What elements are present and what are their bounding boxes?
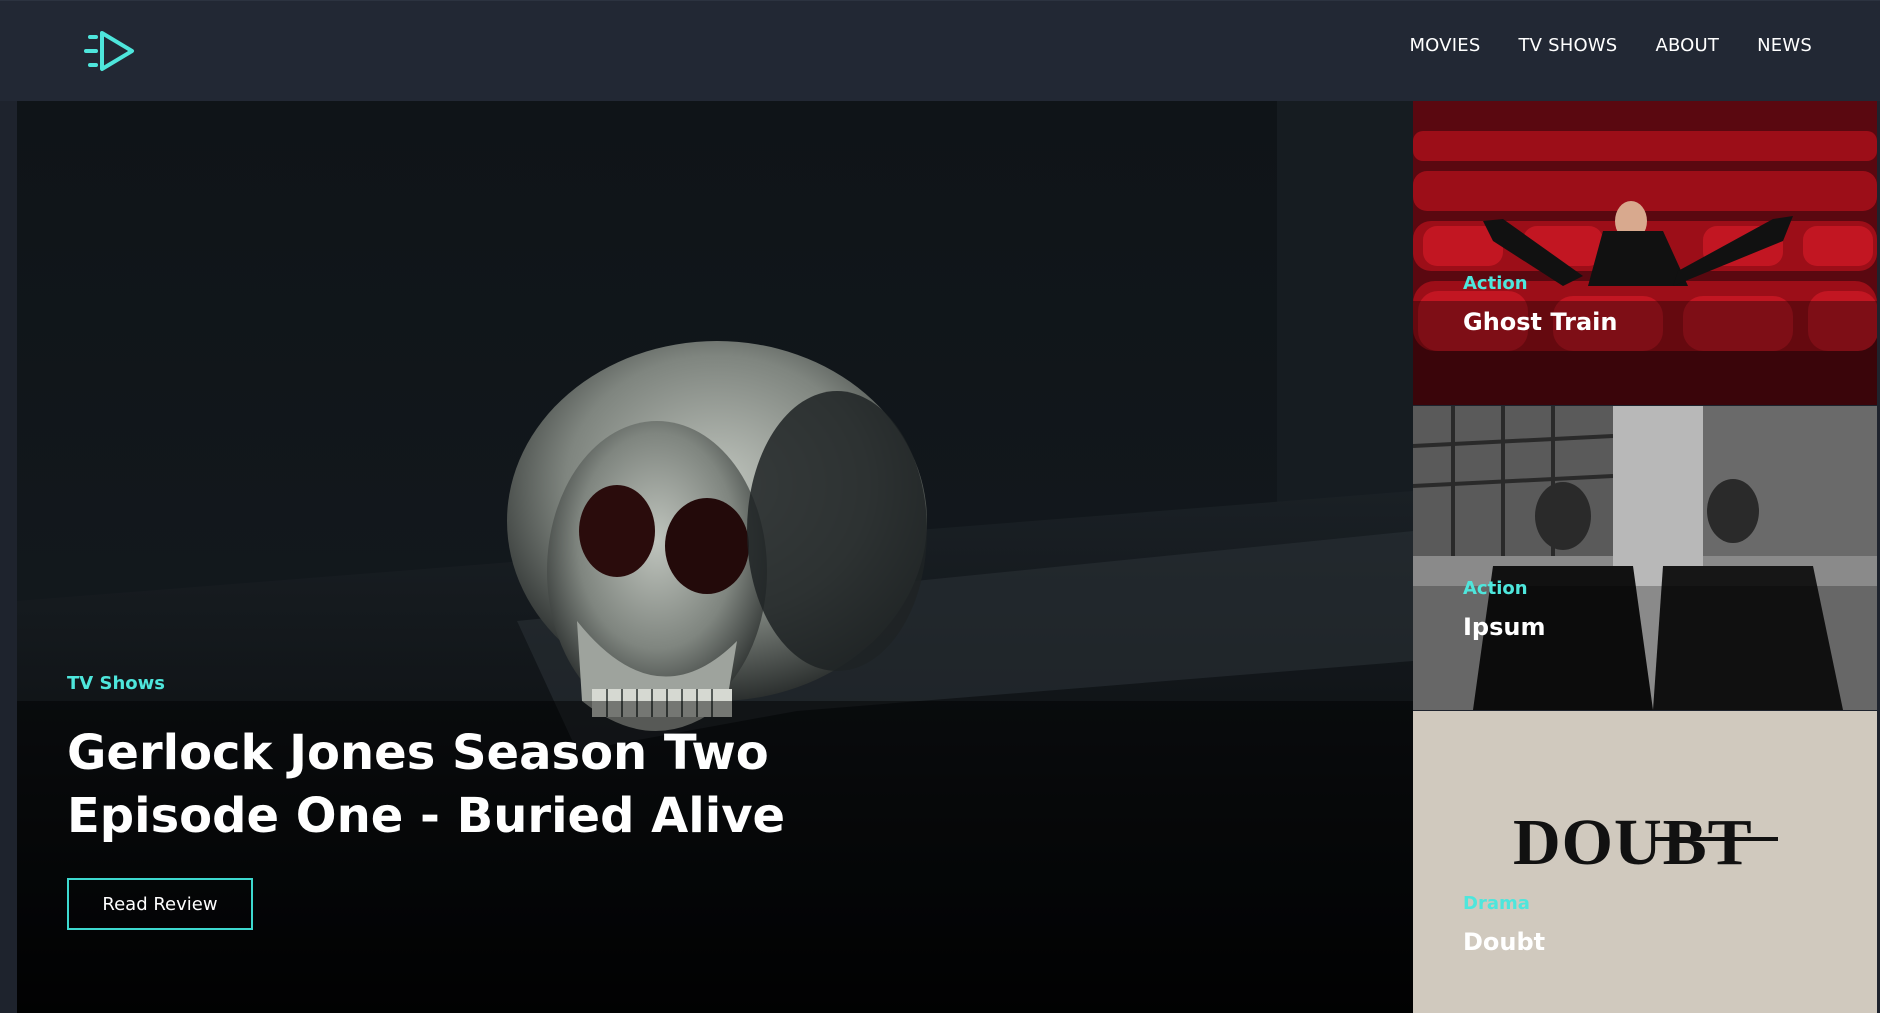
hero-skull-image xyxy=(17,101,1413,1013)
read-review-button[interactable]: Read Review xyxy=(67,878,253,930)
main-nav: MOVIES TV SHOWS ABOUT NEWS xyxy=(1409,35,1812,56)
site-header: MOVIES TV SHOWS ABOUT NEWS xyxy=(0,0,1880,101)
card-category[interactable]: Drama xyxy=(1463,893,1530,914)
nav-movies[interactable]: MOVIES xyxy=(1409,35,1480,56)
two-men-image xyxy=(1413,406,1877,710)
cinema-seats-image xyxy=(1413,101,1877,405)
card-title[interactable]: Doubt xyxy=(1463,928,1545,956)
card-title[interactable]: Ghost Train xyxy=(1463,308,1617,336)
card-category[interactable]: Action xyxy=(1463,578,1528,599)
nav-about[interactable]: ABOUT xyxy=(1655,35,1719,56)
nav-tv-shows[interactable]: TV SHOWS xyxy=(1518,35,1617,56)
card-category[interactable]: Action xyxy=(1463,273,1528,294)
side-card-ghost-train[interactable]: Action Ghost Train xyxy=(1413,101,1877,405)
side-card-ipsum[interactable]: Action Ipsum xyxy=(1413,406,1877,710)
play-logo-icon[interactable] xyxy=(84,29,138,73)
hero-title[interactable]: Gerlock Jones Season Two Episode One - B… xyxy=(67,722,967,848)
left-gutter xyxy=(0,101,17,1013)
featured-hero[interactable]: TV Shows Gerlock Jones Season Two Episod… xyxy=(17,101,1413,1013)
card-title[interactable]: Ipsum xyxy=(1463,613,1546,641)
nav-news[interactable]: NEWS xyxy=(1757,35,1812,56)
hero-category[interactable]: TV Shows xyxy=(67,673,967,694)
side-card-doubt[interactable]: DOUBT Drama Doubt xyxy=(1413,711,1877,1013)
doubt-poster-logo: DOUBT xyxy=(1513,806,1753,879)
hero-content: TV Shows Gerlock Jones Season Two Episod… xyxy=(67,673,967,930)
